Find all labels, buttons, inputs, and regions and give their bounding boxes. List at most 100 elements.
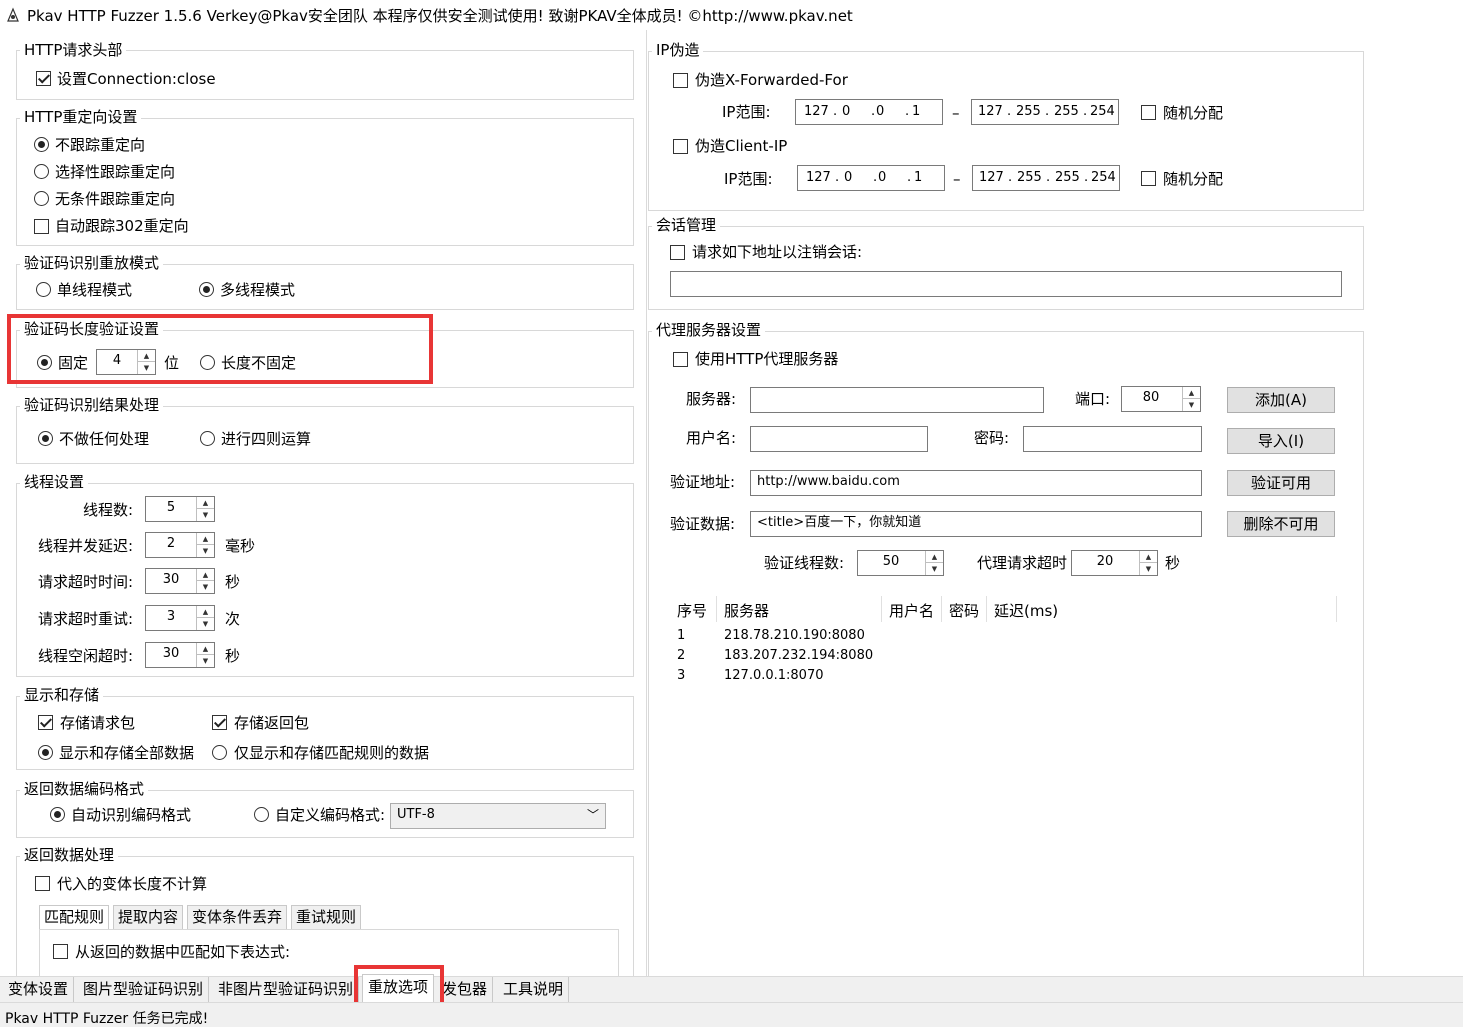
use-proxy-checkbox[interactable] [673, 352, 688, 367]
single-thread-radio[interactable] [36, 282, 51, 297]
response-tab[interactable]: 匹配规则 [39, 905, 110, 930]
chevron-down-icon[interactable]: ▼ [197, 618, 214, 630]
main-tab[interactable]: 非图片型验证码识别 [213, 977, 360, 1003]
arithmetic-radio[interactable] [200, 431, 215, 446]
verify-threads-stepper[interactable]: 50 ▲ ▼ [857, 550, 944, 576]
verify-url-input[interactable]: http://www.baidu.com [750, 470, 1202, 496]
show-matched-radio[interactable] [212, 745, 227, 760]
client-ip-to[interactable]: 127. 255. 255. 254 [972, 165, 1120, 191]
ip-dot: . [873, 170, 878, 185]
chevron-down-icon[interactable]: ▼ [197, 581, 214, 593]
response-tab[interactable]: 重试规则 [291, 905, 362, 930]
chevron-up-icon[interactable]: ▲ [197, 497, 214, 509]
client-ip-checkbox[interactable] [673, 139, 688, 154]
thread-setting-stepper[interactable]: 30 ▲ ▼ [145, 568, 215, 594]
chevron-down-icon[interactable]: ▼ [1183, 399, 1200, 411]
add-proxy-button[interactable]: 添加(A) [1227, 387, 1335, 413]
main-tab[interactable]: 变体设置 [3, 977, 75, 1003]
column-separator[interactable] [1336, 596, 1337, 622]
thread-setting-stepper[interactable]: 3 ▲ ▼ [145, 605, 215, 631]
chevron-up-icon[interactable]: ▲ [197, 533, 214, 545]
store-response-checkbox[interactable] [212, 715, 227, 730]
chevron-down-icon[interactable]: ﹀ [587, 804, 599, 826]
table-header[interactable]: 序号 [677, 600, 707, 621]
stepper-arrows[interactable]: ▲ ▼ [196, 497, 214, 521]
show-all-radio[interactable] [38, 745, 53, 760]
username-input[interactable] [750, 426, 928, 452]
table-header[interactable]: 密码 [949, 600, 979, 621]
chevron-up-icon[interactable]: ▲ [926, 551, 943, 563]
column-separator[interactable] [716, 596, 717, 622]
client-ip-random-checkbox[interactable] [1141, 171, 1156, 186]
table-cell-id[interactable]: 2 [677, 648, 685, 663]
match-expr-checkbox[interactable] [53, 944, 68, 959]
chevron-up-icon[interactable]: ▲ [1140, 551, 1157, 563]
table-cell-server[interactable]: 183.207.232.194:8080 [724, 648, 873, 663]
import-proxy-button[interactable]: 导入(I) [1227, 428, 1335, 454]
table-header[interactable]: 用户名 [889, 600, 934, 621]
stepper-arrows[interactable]: ▲ ▼ [196, 569, 214, 593]
chevron-up-icon[interactable]: ▲ [197, 643, 214, 655]
table-cell-server[interactable]: 127.0.0.1:8070 [724, 668, 824, 683]
response-tab[interactable]: 变体条件丢弃 [187, 905, 288, 930]
chevron-up-icon[interactable]: ▲ [1183, 387, 1200, 399]
chevron-down-icon[interactable]: ▼ [197, 655, 214, 667]
stepper-arrows[interactable]: ▲ ▼ [196, 533, 214, 557]
table-cell-id[interactable]: 1 [677, 628, 685, 643]
stepper-arrows[interactable]: ▲ ▼ [1139, 551, 1157, 575]
xff-random-checkbox[interactable] [1141, 105, 1156, 120]
no-follow-radio[interactable] [34, 137, 49, 152]
main-tab[interactable]: 发包器 [437, 977, 494, 1003]
thread-setting-stepper[interactable]: 5 ▲ ▼ [145, 496, 215, 522]
logout-url-checkbox[interactable] [670, 245, 685, 260]
main-tab[interactable]: 工具说明 [498, 977, 570, 1003]
no-processing-radio[interactable] [38, 431, 53, 446]
xff-ip-to[interactable]: 127. 255. 255. 254 [971, 99, 1119, 125]
stepper-arrows[interactable]: ▲ ▼ [196, 643, 214, 667]
xff-checkbox[interactable] [673, 73, 688, 88]
thread-setting-label: 线程数: [82, 501, 133, 519]
store-request-checkbox[interactable] [38, 715, 53, 730]
table-header[interactable]: 服务器 [724, 600, 769, 621]
chevron-down-icon[interactable]: ▼ [197, 509, 214, 521]
proxy-timeout-stepper[interactable]: 20 ▲ ▼ [1071, 550, 1158, 576]
verify-data-input[interactable]: <title>百度一下，你就知道 [750, 511, 1202, 537]
encoding-select[interactable]: UTF-8 ﹀ [390, 803, 606, 829]
chevron-down-icon[interactable]: ▼ [197, 545, 214, 557]
response-tab[interactable]: 提取内容 [113, 905, 184, 930]
chevron-down-icon[interactable]: ▼ [1140, 563, 1157, 575]
chevron-up-icon[interactable]: ▲ [197, 569, 214, 581]
unconditional-follow-radio[interactable] [34, 191, 49, 206]
stepper-arrows[interactable]: ▲ ▼ [925, 551, 943, 575]
thread-setting-unit: 秒 [225, 647, 241, 665]
connection-close-checkbox[interactable] [36, 71, 51, 86]
single-thread-label: 单线程模式 [57, 281, 133, 299]
custom-encoding-radio[interactable] [254, 807, 269, 822]
xff-ip-from[interactable]: 127. 0. 0. 1 [795, 99, 943, 125]
column-separator[interactable] [941, 596, 942, 622]
column-separator[interactable] [881, 596, 882, 622]
password-input[interactable] [1023, 426, 1202, 452]
table-header[interactable]: 延迟(ms) [994, 600, 1058, 621]
client-ip-from[interactable]: 127. 0. 0. 1 [797, 165, 945, 191]
table-cell-server[interactable]: 218.78.210.190:8080 [724, 628, 865, 643]
server-input[interactable] [750, 387, 1044, 413]
stepper-arrows[interactable]: ▲ ▼ [196, 606, 214, 630]
column-separator[interactable] [986, 596, 987, 622]
multi-thread-radio[interactable] [199, 282, 214, 297]
delete-unavailable-button[interactable]: 删除不可用 [1227, 511, 1335, 537]
auto-encoding-radio[interactable] [50, 807, 65, 822]
exclude-length-checkbox[interactable] [35, 876, 50, 891]
port-stepper[interactable]: 80 ▲ ▼ [1121, 386, 1201, 412]
selective-follow-radio[interactable] [34, 164, 49, 179]
verify-available-button[interactable]: 验证可用 [1227, 470, 1335, 496]
logout-url-input[interactable] [670, 271, 1342, 297]
main-tab[interactable]: 图片型验证码识别 [78, 977, 210, 1003]
chevron-up-icon[interactable]: ▲ [197, 606, 214, 618]
thread-setting-stepper[interactable]: 30 ▲ ▼ [145, 642, 215, 668]
thread-setting-stepper[interactable]: 2 ▲ ▼ [145, 532, 215, 558]
auto-302-checkbox[interactable] [34, 219, 49, 234]
table-cell-id[interactable]: 3 [677, 668, 685, 683]
chevron-down-icon[interactable]: ▼ [926, 563, 943, 575]
stepper-arrows[interactable]: ▲ ▼ [1182, 387, 1200, 411]
